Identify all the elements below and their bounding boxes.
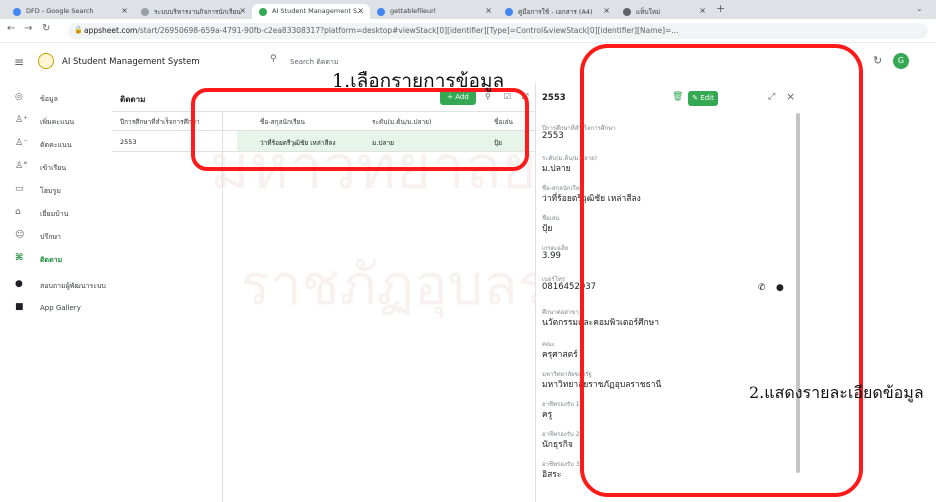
annotation-box-table bbox=[191, 88, 529, 171]
browser-tab-active[interactable]: AI Student Management S... × bbox=[252, 4, 370, 19]
sidebar: ◎ ข้อมูล ♙⁺ เพิ่มคะแนน ♙⁻ ตัดคะแนน ♙° เข้าเร… bbox=[0, 83, 112, 502]
home-icon: ⌂ bbox=[15, 207, 21, 217]
sync-icon[interactable]: ↻ bbox=[873, 54, 882, 67]
lock-icon: 🔒 bbox=[74, 26, 83, 34]
annotation-label-2: 2.แสดงรายละเอียดข้อมูล bbox=[749, 383, 924, 402]
browser-tab[interactable]: ระบบบริหารงานกิจการนักเรียน × bbox=[134, 4, 252, 19]
table-cell: 2553 bbox=[120, 138, 137, 146]
add-person-icon: ♙⁺ bbox=[15, 115, 28, 125]
sidebar-item-contact-developer[interactable]: ● สอบถามผู้พัฒนาระบบ bbox=[0, 276, 112, 298]
sidebar-item-homeroom[interactable]: ▭ โฮมรูม bbox=[0, 181, 112, 203]
annotation-label-1: 1.เลือกรายการข้อมูล bbox=[332, 70, 505, 92]
newtab-icon bbox=[623, 8, 631, 16]
docs-icon bbox=[505, 8, 513, 16]
tab-search-icon[interactable]: ⌄ bbox=[916, 4, 923, 13]
browser-tab[interactable]: gettablefileurl × bbox=[370, 4, 498, 19]
reload-icon[interactable]: ↻ bbox=[42, 23, 50, 34]
close-icon[interactable]: × bbox=[239, 6, 246, 15]
sidebar-item-attendance[interactable]: ♙° เข้าเรียน bbox=[0, 158, 112, 180]
browser-tab[interactable]: คู่มือการใช้ - เอกสาร (A4) × bbox=[498, 4, 616, 19]
close-icon[interactable]: × bbox=[121, 6, 128, 15]
detail-header: 2553 bbox=[542, 93, 566, 103]
app-title: AI Student Management System bbox=[62, 57, 200, 67]
follow-up-icon: ⌘ bbox=[15, 253, 24, 263]
close-icon[interactable]: × bbox=[357, 6, 364, 15]
profile-icon: ◎ bbox=[15, 92, 23, 102]
browser-tab[interactable]: DFD - Google Search × bbox=[6, 4, 134, 19]
grid-icon: ■ bbox=[15, 302, 24, 312]
sidebar-item-follow-up[interactable]: ⌘ ติดตาม bbox=[0, 250, 112, 272]
sidebar-item-data[interactable]: ◎ ข้อมูล bbox=[0, 89, 112, 111]
sidebar-item-deduct-score[interactable]: ♙⁻ ตัดคะแนน bbox=[0, 135, 112, 157]
column-header[interactable]: ปีการศึกษาที่สำเร็จการศึกษา bbox=[120, 117, 200, 127]
close-icon[interactable]: × bbox=[603, 6, 610, 15]
school-logo-icon bbox=[38, 53, 54, 69]
sidebar-item-home-visit[interactable]: ⌂ เยี่ยมบ้าน bbox=[0, 204, 112, 226]
close-icon[interactable]: × bbox=[485, 6, 492, 15]
sidebar-item-app-gallery[interactable]: ■ App Gallery bbox=[0, 299, 112, 321]
browser-tab-strip: DFD - Google Search × ระบบบริหารงานกิจกา… bbox=[0, 0, 936, 19]
page-icon bbox=[141, 8, 149, 16]
sidebar-item-consult[interactable]: ☺ ปรึกษา bbox=[0, 227, 112, 249]
info-icon: ● bbox=[15, 279, 23, 289]
menu-icon[interactable]: ≡ bbox=[14, 55, 24, 69]
browser-tab[interactable]: แท็บใหม่ × bbox=[616, 4, 712, 19]
appsheet-icon bbox=[259, 8, 267, 16]
view-title: ติดตาม bbox=[120, 95, 146, 104]
new-tab-button[interactable]: + bbox=[716, 2, 725, 15]
browser-toolbar: ← → ↻ 🔒 appsheet.com/start/26950698-659a… bbox=[0, 19, 936, 43]
sidebar-item-add-score[interactable]: ♙⁺ เพิ่มคะแนน bbox=[0, 112, 112, 134]
forward-icon[interactable]: → bbox=[24, 23, 32, 34]
close-icon[interactable]: × bbox=[699, 6, 706, 15]
remove-person-icon: ♙⁻ bbox=[15, 138, 28, 148]
drive-icon bbox=[377, 8, 385, 16]
annotation-box-detail bbox=[580, 44, 863, 497]
consult-icon: ☺ bbox=[15, 230, 25, 240]
url-bar[interactable]: 🔒 appsheet.com/start/26950698-659a-4791-… bbox=[68, 23, 928, 39]
back-icon[interactable]: ← bbox=[7, 23, 15, 34]
classroom-icon: ▭ bbox=[15, 184, 24, 194]
attendance-icon: ♙° bbox=[15, 161, 28, 171]
search-icon: ⚲ bbox=[270, 54, 277, 64]
avatar[interactable]: G bbox=[893, 53, 909, 69]
google-icon bbox=[13, 8, 21, 16]
